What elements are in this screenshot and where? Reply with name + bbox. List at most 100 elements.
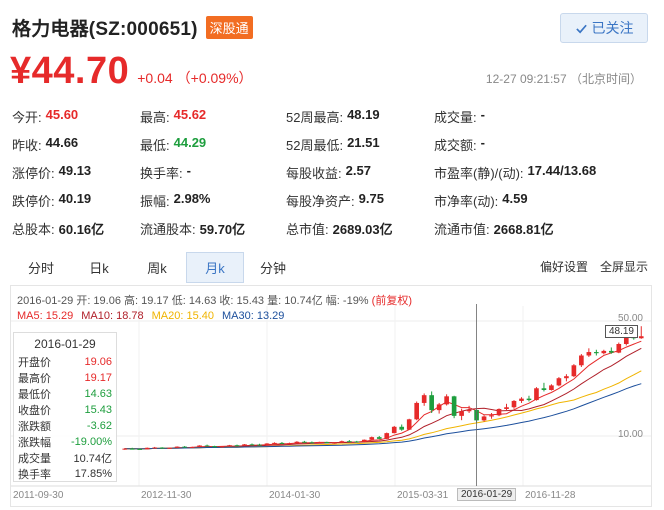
candle-body <box>279 442 285 444</box>
quote-label: 最低: <box>140 137 170 153</box>
candle-body <box>384 433 390 439</box>
fullscreen-link[interactable]: 全屏显示 <box>600 258 648 275</box>
moving-average-label: MA5: 15.29 <box>17 310 74 322</box>
moving-average-line-ma20 <box>124 370 642 450</box>
exchange-badge[interactable]: 深股通 <box>205 16 253 39</box>
quote-label: 52周最低: <box>286 137 344 153</box>
candle-body <box>638 336 644 339</box>
quote-cell: 最高: 45.62 <box>140 107 286 126</box>
quote-label: 成交量: <box>434 109 477 125</box>
quote-cell: 52周最低: 21.51 <box>286 135 434 154</box>
candle-body <box>212 446 217 448</box>
quote-cell: 换手率: - <box>140 163 286 182</box>
tab-daily-k[interactable]: 日k <box>70 253 128 282</box>
quote-row: 今开: 45.60 最高: 45.62 52周最高: 48.19 成交量: - <box>12 102 652 130</box>
quote-cell: 市盈率(静)/(动): 17.44/13.68 <box>434 163 652 182</box>
quote-cell: 每股净资产: 9.75 <box>286 191 434 210</box>
quote-label: 每股收益: <box>286 165 342 181</box>
quote-label: 市盈率(静)/(动): <box>434 165 524 181</box>
tooltip-label: 涨跌幅 <box>18 437 51 449</box>
candle-body <box>309 442 315 444</box>
moving-average-label: MA30: 13.29 <box>222 310 285 322</box>
candle-body <box>197 445 202 447</box>
x-axis-label: 2011-09-30 <box>13 490 64 501</box>
candle-body <box>137 448 143 450</box>
quote-value: - <box>480 134 485 150</box>
kline-chart[interactable]: 2016-01-29 开: 19.06 高: 19.17 低: 14.63 收:… <box>10 285 652 507</box>
price-row: ¥44.70 +0.04 （+0.09%） <box>10 50 253 93</box>
quote-label: 市净率(动): <box>434 193 499 209</box>
quote-cell: 涨停价: 49.13 <box>12 163 140 182</box>
quote-value: - <box>186 162 191 178</box>
candle-body <box>571 365 577 377</box>
candle-body <box>594 352 599 354</box>
quote-value: 59.70亿 <box>199 221 246 237</box>
x-axis-label: 2015-03-31 <box>397 490 449 501</box>
candle-body <box>182 446 187 448</box>
candle-body <box>302 441 307 443</box>
quote-label: 最高: <box>140 109 170 125</box>
candle-body <box>219 446 225 448</box>
quote-cell: 总股本: 60.16亿 <box>12 219 140 238</box>
candle-body <box>324 442 330 444</box>
candle-body <box>257 444 262 446</box>
quote-cell: 跌停价: 40.19 <box>12 191 140 210</box>
tooltip-date: 2016-01-29 <box>34 337 96 351</box>
tooltip-value: 10.74亿 <box>73 453 112 465</box>
candle-body <box>564 376 569 379</box>
quote-value: - <box>480 106 485 122</box>
quote-value: 44.29 <box>173 134 207 150</box>
candle-body <box>519 398 524 401</box>
candle-info-line: 2016-01-29 开: 19.06 高: 19.17 低: 14.63 收:… <box>17 292 412 308</box>
preference-settings-link[interactable]: 偏好设置 <box>540 258 588 275</box>
quote-label: 成交额: <box>434 137 477 153</box>
candle-body <box>459 411 464 416</box>
candle-body <box>272 442 277 444</box>
candle-body <box>354 441 360 443</box>
tooltip-row: 涨跌额 -3.62 <box>18 418 112 434</box>
quote-cell: 最低: 44.29 <box>140 135 286 154</box>
chart-tabs: 分时 日k 周k 月k 分钟 偏好设置 全屏显示 <box>12 251 652 283</box>
tooltip-row: 收盘价 15.43 <box>18 402 112 418</box>
candle-body <box>122 448 128 450</box>
candle-body <box>391 426 397 434</box>
tab-minute[interactable]: 分钟 <box>244 253 302 282</box>
quote-value: 2689.03亿 <box>332 221 393 237</box>
adjust-mode-label[interactable]: (前复权) <box>372 295 412 307</box>
quote-value: 2.98% <box>173 190 211 206</box>
candle-body <box>504 407 509 409</box>
tab-monthly-k[interactable]: 月k <box>186 251 244 283</box>
tooltip-row: 最高价 19.17 <box>18 370 112 386</box>
tooltip-value: 19.17 <box>84 372 112 384</box>
quote-row: 昨收: 44.66 最低: 44.29 52周最低: 21.51 成交额: - <box>12 130 652 158</box>
candle-body <box>549 385 554 390</box>
candle-body <box>451 396 457 416</box>
moving-average-label: MA20: 15.40 <box>151 310 215 322</box>
candle-body <box>242 444 247 446</box>
tooltip-row: 换手率 17.85% <box>18 466 112 482</box>
check-icon <box>575 24 587 33</box>
tooltip-value: -19.00% <box>71 436 112 448</box>
tab-weekly-k[interactable]: 周k <box>128 253 186 282</box>
tab-intraday[interactable]: 分时 <box>12 253 70 282</box>
quote-label: 涨停价: <box>12 165 55 181</box>
x-axis-label: 2012-11-30 <box>141 490 192 501</box>
tooltip-label: 开盘价 <box>18 357 51 369</box>
moving-average-line-ma10 <box>124 347 642 450</box>
tooltip-label: 涨跌额 <box>18 421 51 433</box>
candle-body <box>249 444 255 446</box>
quote-row: 总股本: 60.16亿 流通股本: 59.70亿 总市值: 2689.03亿 流通市值: 26… <box>12 214 652 242</box>
follow-button[interactable]: 已关注 <box>560 13 648 43</box>
quote-row: 跌停价: 40.19 振幅: 2.98% 每股净资产: 9.75 市净率(动): 4.59 <box>12 186 652 214</box>
candle-body <box>429 395 434 411</box>
candle-body <box>608 350 614 353</box>
quote-value: 49.13 <box>58 162 92 178</box>
quote-label: 52周最高: <box>286 109 344 125</box>
last-price-tag: 48.19 <box>604 325 638 338</box>
candle-body <box>264 443 270 446</box>
quote-label: 流通市值: <box>434 221 490 237</box>
tooltip-row: 最低价 14.63 <box>18 386 112 402</box>
candle-body <box>152 447 158 449</box>
quote-label: 流通股本: <box>140 221 196 237</box>
tooltip-value: 19.06 <box>84 356 112 368</box>
